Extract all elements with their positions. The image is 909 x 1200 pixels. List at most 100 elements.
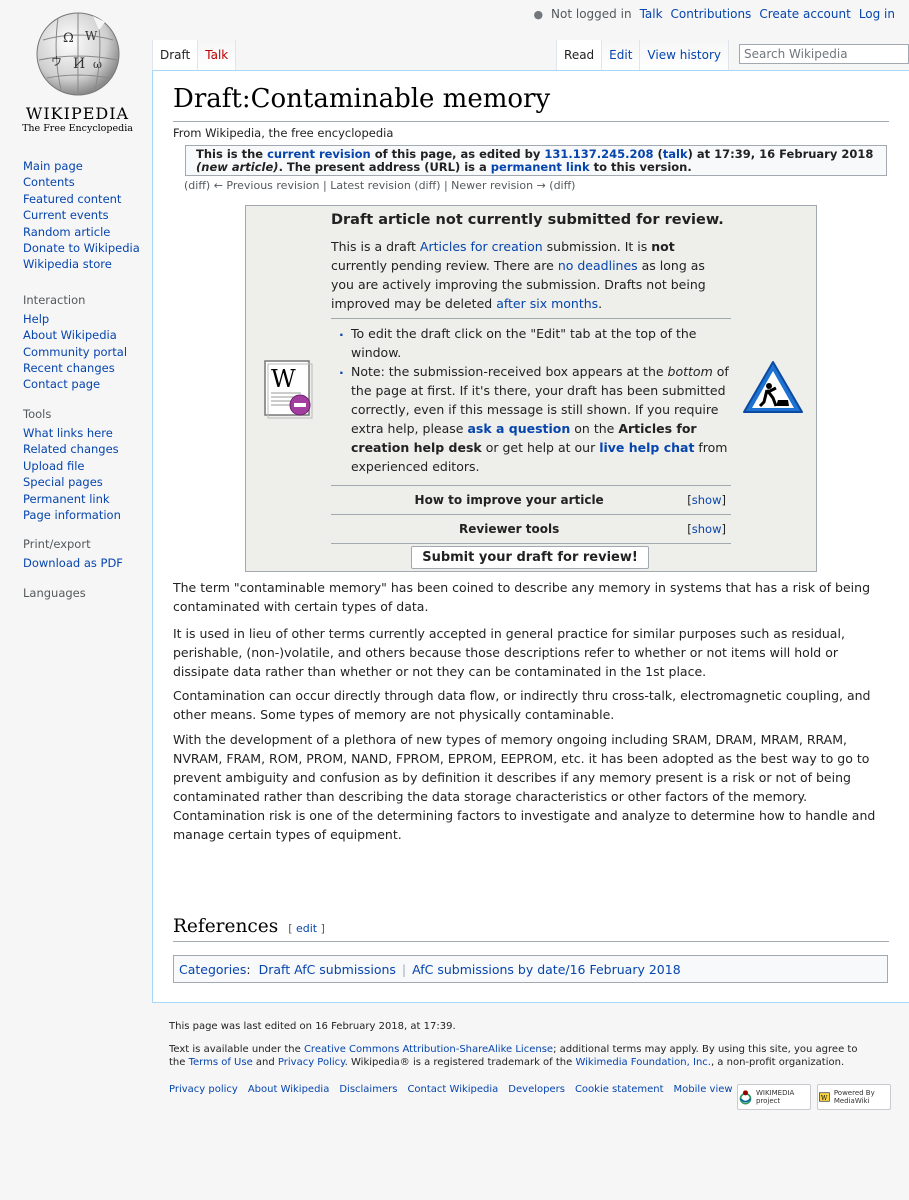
wikimedia-badge-text: WIKIMEDIA project: [755, 1089, 795, 1105]
reviewer-tools-title: Reviewer tools: [459, 522, 560, 536]
print-heading: Print/export: [23, 537, 91, 552]
languages-portal: Languages: [23, 586, 151, 600]
sidebar-item-random-article[interactable]: Random article: [23, 225, 110, 239]
articles-for-creation-link[interactable]: Articles for creation: [420, 239, 543, 254]
talk-link[interactable]: Talk: [640, 7, 663, 21]
sidebar-item-current-events[interactable]: Current events: [23, 208, 109, 222]
sidebar-item-main-page[interactable]: Main page: [23, 159, 83, 173]
footer-contact[interactable]: Contact Wikipedia: [407, 1083, 498, 1096]
svg-text:ω: ω: [93, 58, 102, 71]
wordmark: WIKIPEDIA: [25, 104, 130, 123]
sidebar-item-contact-page[interactable]: Contact page: [23, 377, 100, 391]
footer-icons: WIKIMEDIA project W Powered By MediaWiki: [737, 1084, 891, 1110]
show-link[interactable]: show: [692, 522, 722, 536]
revision-navigation[interactable]: (diff) ← Previous revision | Latest revi…: [184, 179, 575, 192]
sidebar-item-featured-content[interactable]: Featured content: [23, 192, 121, 206]
tab-view-history[interactable]: View history: [639, 40, 729, 70]
footer-text: and: [252, 1057, 278, 1068]
sidebar-item-download-pdf[interactable]: Download as PDF: [23, 556, 123, 570]
tab-edit[interactable]: Edit: [601, 40, 640, 70]
contributions-link[interactable]: Contributions: [671, 7, 752, 21]
footer-about[interactable]: About Wikipedia: [248, 1083, 330, 1096]
privacy-policy-link[interactable]: Privacy Policy: [278, 1057, 345, 1068]
category-draft-afc[interactable]: Draft AfC submissions: [259, 962, 396, 977]
wikipedia-logo[interactable]: Ω W И ウ ω WIKIPEDIA The Free Encyclopedi…: [20, 10, 135, 135]
after-six-months-link[interactable]: after six months: [496, 296, 598, 311]
mediawiki-icon: W: [819, 1092, 830, 1102]
current-revision-link[interactable]: current revision: [267, 147, 371, 161]
view-tabs: Read Edit View history Search Wikipedia: [556, 40, 909, 70]
sidebar: Main page Contents Featured content Curr…: [23, 158, 151, 614]
cc-license-link[interactable]: Creative Commons Attribution-ShareAlike …: [304, 1044, 553, 1055]
search-input[interactable]: Search Wikipedia: [739, 44, 909, 64]
sidebar-item-community-portal[interactable]: Community portal: [23, 345, 127, 359]
submit-draft-button[interactable]: Submit your draft for review!: [411, 546, 649, 569]
afc-draft-notice: W Draft article not currently submitted …: [245, 205, 817, 572]
afc-text: submission. It is: [542, 239, 652, 254]
terms-of-use-link[interactable]: Terms of Use: [189, 1057, 253, 1068]
wmf-link[interactable]: Wikimedia Foundation, Inc.: [575, 1057, 710, 1068]
page-title: Draft:Contaminable memory: [173, 84, 551, 114]
body-paragraph: The term "contaminable memory" has been …: [173, 580, 870, 614]
category-separator: |: [401, 961, 407, 977]
svg-text:И: И: [73, 56, 85, 72]
wikimedia-project-badge[interactable]: WIKIMEDIA project: [737, 1084, 811, 1110]
namespace-tabs: Draft Talk: [152, 40, 237, 70]
afc-instructions: To edit the draft click on the "Edit" ta…: [331, 322, 731, 476]
afc-text: on the: [570, 421, 619, 436]
sidebar-item-permanent-link[interactable]: Permanent link: [23, 492, 110, 506]
references-edit[interactable]: [ edit ]: [288, 922, 325, 935]
sidebar-item-related-changes[interactable]: Related changes: [23, 442, 119, 456]
list-item: Note: the submission-received box appear…: [339, 360, 731, 476]
ip-talk-link[interactable]: talk: [663, 147, 688, 161]
revision-text: ) at 17:39, 16 February 2018: [687, 147, 874, 161]
sidebar-item-recent-changes[interactable]: Recent changes: [23, 361, 115, 375]
footer-disclaimers[interactable]: Disclaimers: [339, 1083, 397, 1096]
ask-a-question-link[interactable]: ask a question: [467, 421, 570, 436]
reviewer-tools-show-toggle[interactable]: [show]: [687, 522, 731, 536]
live-help-chat-link[interactable]: live help chat: [599, 440, 694, 455]
afc-intro: This is a draft Articles for creation su…: [331, 237, 731, 313]
sidebar-item-about[interactable]: About Wikipedia: [23, 328, 117, 342]
permanent-link[interactable]: permanent link: [491, 160, 590, 174]
create-account-link[interactable]: Create account: [759, 7, 851, 21]
edit-section-link[interactable]: edit: [296, 922, 317, 935]
tab-talk[interactable]: Talk: [197, 40, 237, 70]
improve-article-show-toggle[interactable]: [show]: [687, 493, 731, 507]
show-link[interactable]: show: [692, 493, 722, 507]
sidebar-item-what-links-here[interactable]: What links here: [23, 426, 113, 440]
footer-mobile-view[interactable]: Mobile view: [674, 1083, 733, 1096]
tab-read[interactable]: Read: [556, 40, 602, 70]
interaction-heading: Interaction: [23, 292, 86, 307]
revision-text: of this page, as edited by: [370, 147, 545, 161]
no-deadlines-link[interactable]: no deadlines: [558, 258, 638, 273]
sidebar-item-special-pages[interactable]: Special pages: [23, 475, 103, 489]
footer-privacy-policy[interactable]: Privacy policy: [169, 1083, 238, 1096]
sidebar-item-upload-file[interactable]: Upload file: [23, 459, 84, 473]
sidebar-item-page-information[interactable]: Page information: [23, 508, 121, 522]
sidebar-item-donate[interactable]: Donate to Wikipedia: [23, 241, 140, 255]
draft-document-icon: W: [264, 360, 313, 419]
sidebar-item-help[interactable]: Help: [23, 312, 49, 326]
category-afc-by-date[interactable]: AfC submissions by date/16 February 2018: [412, 962, 681, 977]
svg-text:W: W: [271, 365, 296, 393]
tab-draft[interactable]: Draft: [152, 40, 198, 70]
sidebar-item-contents[interactable]: Contents: [23, 175, 75, 189]
footer-text: . Wikipedia® is a registered trademark o…: [344, 1057, 576, 1068]
ip-link[interactable]: 131.137.245.208: [544, 147, 653, 161]
mediawiki-badge[interactable]: W Powered By MediaWiki: [817, 1084, 891, 1110]
log-in-link[interactable]: Log in: [859, 7, 895, 21]
new-article-note: (new article): [196, 160, 279, 174]
wikimedia-icon: [739, 1090, 752, 1105]
navigation-portal: Main page Contents Featured content Curr…: [23, 158, 151, 273]
afc-emphasis: bottom: [667, 364, 713, 379]
categories-link[interactable]: Categories: [179, 962, 246, 977]
sidebar-item-store[interactable]: Wikipedia store: [23, 257, 112, 271]
footer-developers[interactable]: Developers: [508, 1083, 565, 1096]
languages-heading[interactable]: Languages: [23, 586, 151, 600]
revision-text: This is the: [196, 147, 268, 161]
title-divider: [173, 121, 889, 122]
footer-cookie-statement[interactable]: Cookie statement: [575, 1083, 664, 1096]
body-paragraph: It is used in lieu of other terms curren…: [173, 626, 845, 679]
footer-text: , a non-profit organization.: [710, 1057, 845, 1068]
